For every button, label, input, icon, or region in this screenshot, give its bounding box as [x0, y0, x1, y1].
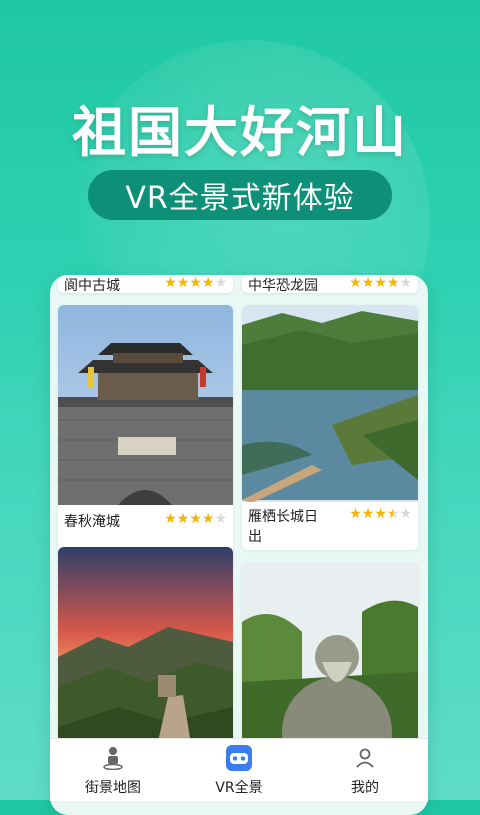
scenic-card-partial-left[interactable]: 阆中古城 ★★★★★: [58, 275, 233, 293]
scenic-card-yanqi-greatwall[interactable]: 雁栖长城日出 ★★★★★: [242, 305, 418, 550]
bottom-tab-bar: 街景地图 VR全景 我的: [50, 738, 428, 801]
scenic-card-chunqiu-yancheng[interactable]: 春秋淹城 ★★★★★: [58, 305, 233, 560]
tab-street-view[interactable]: 街景地图: [53, 735, 173, 801]
scenic-photo-lake-mountains: [242, 305, 418, 503]
rating-stars: ★★★★★: [164, 275, 227, 291]
scenic-photo-gate-tower: [58, 305, 233, 505]
phone-frame: 阆中古城 ★★★★★ 中华恐龙园 ★★★★★ 春秋淹城 ★★★★★ 雁栖长城日出…: [50, 275, 428, 815]
vr-headset-icon: [226, 745, 252, 771]
scenic-card-partial-right[interactable]: 中华恐龙园 ★★★★★: [242, 275, 418, 293]
card-meta: 雁栖长城日出 ★★★★★: [242, 502, 418, 550]
tab-profile[interactable]: 我的: [305, 735, 425, 801]
rating-stars: ★★★★★: [164, 511, 227, 527]
hero-subtitle-pill: VR全景式新体验: [88, 170, 392, 220]
tab-vr-panorama[interactable]: VR全景: [179, 735, 299, 801]
card-meta: 中华恐龙园 ★★★★★: [242, 275, 418, 293]
tab-label: 我的: [351, 780, 379, 796]
card-title: 春秋淹城: [64, 514, 120, 530]
card-title: 雁栖长城日出: [248, 509, 318, 545]
profile-icon: [352, 745, 378, 771]
card-meta: 阆中古城 ★★★★★: [58, 275, 233, 293]
tab-label: VR全景: [215, 780, 263, 796]
rating-stars: ★★★★★: [349, 506, 412, 522]
street-view-icon: [100, 745, 126, 771]
hero-title: 祖国大好河山: [72, 101, 408, 164]
hero-subtitle: VR全景式新体验: [125, 181, 355, 216]
card-title: 中华恐龙园: [248, 278, 318, 293]
card-title: 阆中古城: [64, 278, 120, 293]
rating-stars: ★★★★★: [349, 275, 412, 291]
tab-label: 街景地图: [85, 780, 141, 796]
